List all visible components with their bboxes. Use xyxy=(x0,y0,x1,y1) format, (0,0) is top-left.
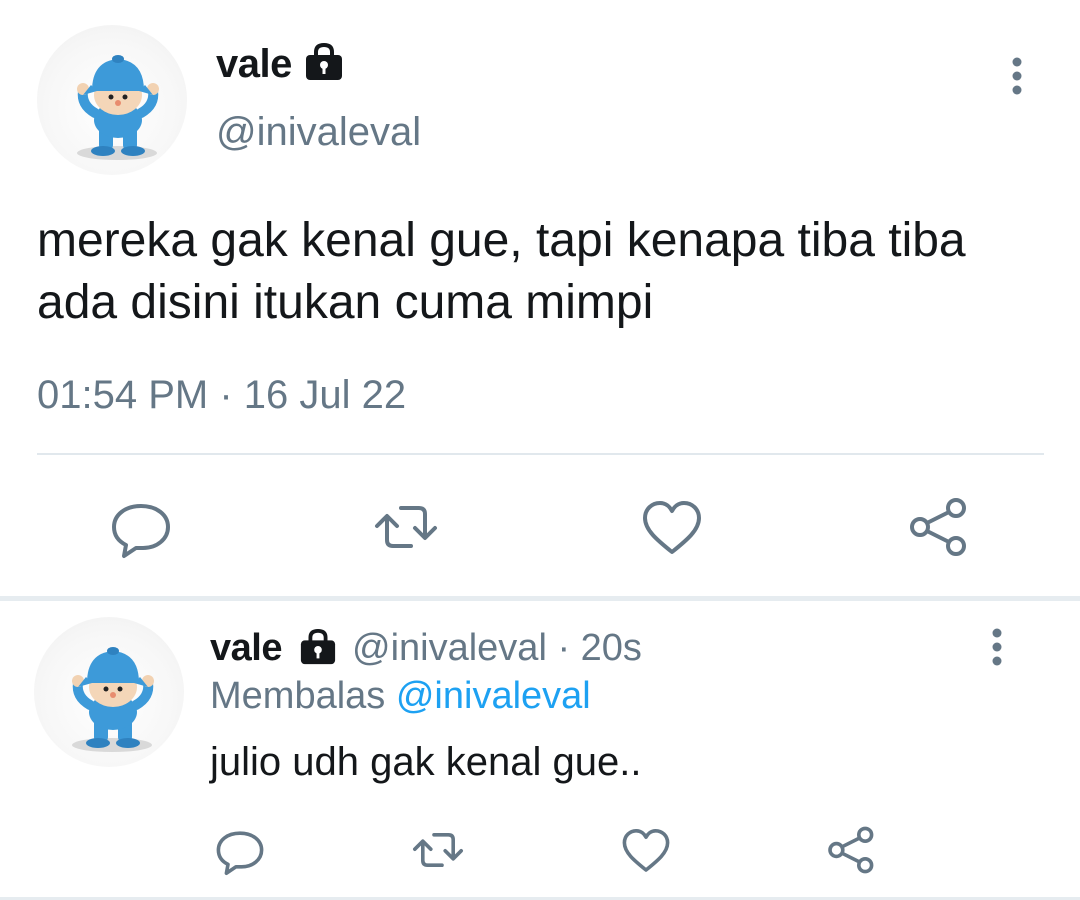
retweet-icon[interactable] xyxy=(410,822,466,878)
user-avatar[interactable] xyxy=(37,25,187,175)
tweet-timestamp[interactable]: 01:54 PM · 16 Jul 22 xyxy=(37,373,406,418)
user-handle-and-time[interactable]: @inivaleval · 20s xyxy=(352,627,642,670)
user-avatar[interactable] xyxy=(34,617,184,767)
lock-icon xyxy=(302,42,346,82)
more-options-icon[interactable] xyxy=(983,626,1011,668)
display-name[interactable]: vale xyxy=(216,42,292,87)
tweet-text: mereka gak kenal gue, tapi kenapa tiba t… xyxy=(37,214,966,329)
reply-icon[interactable] xyxy=(212,822,268,878)
lock-icon xyxy=(296,628,340,666)
share-icon[interactable] xyxy=(822,822,878,878)
reply-icon[interactable] xyxy=(106,492,176,562)
pocoyo-avatar-image xyxy=(72,647,154,752)
retweet-icon[interactable] xyxy=(371,492,441,562)
more-options-icon[interactable] xyxy=(1003,55,1031,97)
section-divider xyxy=(0,596,1080,601)
replying-label: Membalas xyxy=(210,675,386,717)
user-handle[interactable]: @inivaleval xyxy=(216,110,421,155)
pocoyo-avatar-image xyxy=(77,55,159,160)
like-icon[interactable] xyxy=(637,492,707,562)
like-icon[interactable] xyxy=(618,822,674,878)
tweet-text: julio udh gak kenal gue.. xyxy=(210,740,642,784)
display-name[interactable]: vale xyxy=(210,627,282,670)
replying-to: Membalas @inivaleval xyxy=(210,675,591,718)
divider xyxy=(37,453,1044,455)
mention-link[interactable]: @inivaleval xyxy=(396,675,591,717)
share-icon[interactable] xyxy=(902,492,972,562)
